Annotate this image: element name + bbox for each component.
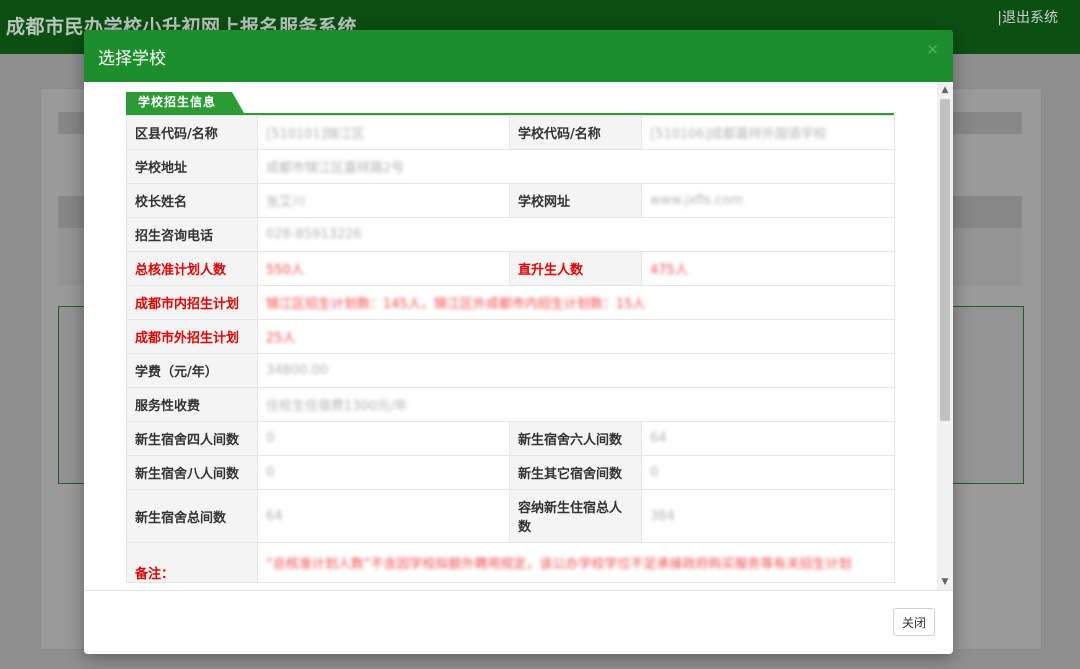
info-row: 招生咨询电话 028-85913226 — [126, 217, 895, 252]
info-row: 新生宿舍总间数 64 容纳新生住宿总人数 384 — [126, 489, 895, 543]
section-tag: 学校招生信息 — [126, 92, 244, 113]
info-row: 成都市内招生计划 锦江区招生计划数：145人，锦江区外成都市内招生计划数：15人 — [126, 285, 895, 320]
select-school-modal: 选择学校 × 学校招生信息 区县代码/名称 [510101]锦江区 学校代码/名称[… — [84, 30, 953, 654]
info-row: 学费（元/年） 34800.00 — [126, 353, 895, 388]
modal-title: 选择学校 — [98, 49, 166, 69]
field-label: 容纳新生住宿总人数 — [509, 489, 642, 543]
field-label: 备注： — [126, 542, 258, 583]
field-value: 0 — [257, 455, 510, 490]
modal-body[interactable]: 学校招生信息 区县代码/名称 [510101]锦江区 学校代码/名称 [510106]… — [84, 82, 953, 590]
info-row: 学校地址 成都市锦江区嘉祥路2号 — [126, 149, 895, 184]
modal-footer: 关闭 — [84, 590, 953, 654]
scroll-up-arrow-icon[interactable]: ▲ — [937, 82, 953, 98]
field-value: 成都市锦江区嘉祥路2号 — [257, 149, 895, 184]
field-value: 住校生住宿费1300元/年 — [257, 387, 895, 422]
field-value: 384 — [641, 489, 895, 543]
close-button[interactable]: 关闭 — [893, 608, 935, 636]
field-value: 475人 — [641, 251, 895, 286]
info-row: 新生宿舍四人间数 0 新生宿舍六人间数 64 — [126, 421, 895, 456]
field-label: 学费（元/年） — [126, 353, 258, 388]
field-value: 25人 — [257, 319, 895, 354]
field-value: “总核准计划人数”不含因学校拟额外聘用规定，该公办学校学位不足承接政府购买服务等… — [257, 542, 895, 583]
field-label: 校长姓名 — [126, 183, 258, 218]
field-label: 学校网址 — [509, 183, 642, 218]
field-label: 招生咨询电话 — [126, 217, 258, 252]
modal-header: 选择学校 × — [84, 30, 953, 82]
field-label: 服务性收费 — [126, 387, 258, 422]
field-label: 成都市外招生计划 — [126, 319, 258, 354]
field-value: 550人 — [257, 251, 510, 286]
info-row: 服务性收费 住校生住宿费1300元/年 — [126, 387, 895, 422]
field-value: 028-85913226 — [257, 217, 895, 252]
field-value: 张艾川 — [257, 183, 510, 218]
scroll-down-arrow-icon[interactable]: ▼ — [937, 574, 953, 590]
field-value: 锦江区招生计划数：145人，锦江区外成都市内招生计划数：15人 — [257, 285, 895, 320]
field-value: 64 — [257, 489, 510, 543]
field-label: 新生宿舍六人间数 — [509, 421, 642, 456]
modal-scrollbar[interactable]: ▲ ▼ — [937, 82, 953, 590]
field-value: 64 — [641, 421, 895, 456]
close-icon[interactable]: × — [926, 40, 939, 58]
school-info-table: 区县代码/名称 [510101]锦江区 学校代码/名称 [510106]成都嘉祥外国语… — [126, 115, 895, 583]
field-label: 区县代码/名称 — [126, 115, 258, 150]
field-value: [510101]锦江区 — [257, 115, 510, 150]
info-row: 新生宿舍八人间数 0 新生其它宿舍间数 0 — [126, 455, 895, 490]
field-value: [510106]成都嘉祥外国语学校 — [641, 115, 895, 150]
field-label: 新生宿舍四人间数 — [126, 421, 258, 456]
field-label: 总核准计划人数 — [126, 251, 258, 286]
field-label: 学校代码/名称 — [509, 115, 642, 150]
field-value: 34800.00 — [257, 353, 895, 388]
field-label: 新生宿舍总间数 — [126, 489, 258, 543]
scrollbar-thumb[interactable] — [940, 99, 950, 421]
field-label: 学校地址 — [126, 149, 258, 184]
info-row: 总核准计划人数 550人 直升生人数 475人 — [126, 251, 895, 286]
field-label: 直升生人数 — [509, 251, 642, 286]
field-value: www.jxfls.com — [641, 183, 895, 218]
info-row: 备注： “总核准计划人数”不含因学校拟额外聘用规定，该公办学校学位不足承接政府购买… — [126, 542, 895, 583]
info-row: 成都市外招生计划 25人 — [126, 319, 895, 354]
field-value: 0 — [257, 421, 510, 456]
info-row: 校长姓名 张艾川 学校网址 www.jxfls.com — [126, 183, 895, 218]
field-label: 新生宿舍八人间数 — [126, 455, 258, 490]
field-label: 成都市内招生计划 — [126, 285, 258, 320]
field-label: 新生其它宿舍间数 — [509, 455, 642, 490]
field-value: 0 — [641, 455, 895, 490]
logout-link[interactable]: |退出系统 — [997, 7, 1058, 27]
info-row: 区县代码/名称 [510101]锦江区 学校代码/名称 [510106]成都嘉祥外国语… — [126, 115, 895, 150]
